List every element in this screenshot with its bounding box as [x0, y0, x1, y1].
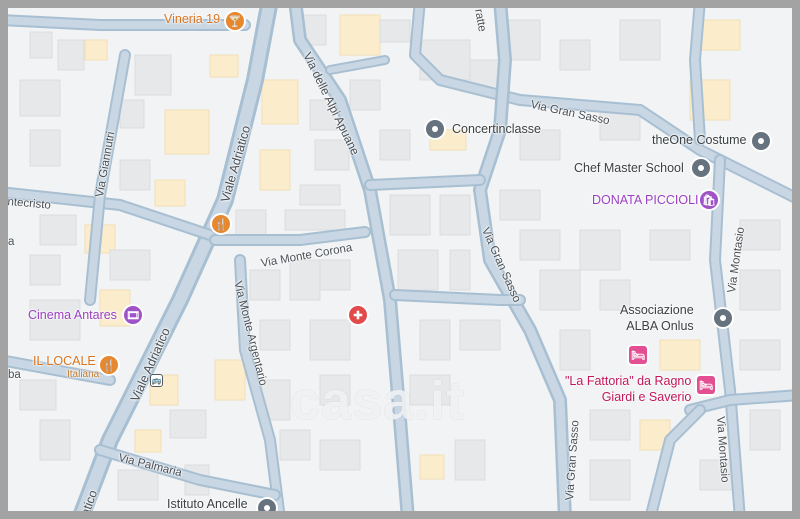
poi-donata-piccioli[interactable]: DONATA PICCIOLI — [592, 193, 699, 207]
bus-stop-icon[interactable]: 🚌 — [150, 374, 163, 387]
place-icon[interactable] — [692, 159, 710, 177]
poi-label: Concertinclasse — [452, 122, 541, 136]
hotel-icon[interactable]: 🛏 — [629, 346, 647, 364]
poi-concertinclasse[interactable]: Concertinclasse — [452, 122, 541, 136]
poi-il-locale[interactable]: IL LOCALE Italiana — [33, 354, 99, 382]
poi-label-line2: Giardi e Saverio — [601, 390, 692, 404]
poi-label: Chef Master School — [574, 161, 684, 175]
poi-label: DONATA PICCIOLI — [592, 193, 699, 207]
poi-cinema-antares[interactable]: Cinema Antares — [28, 308, 117, 322]
restaurant-icon[interactable]: 🍴 — [100, 356, 118, 374]
map-frame[interactable]: Via delle Alpi Apuane Via Gran Sasso Via… — [0, 0, 800, 519]
poi-label-line2: ALBA Onlus — [626, 319, 694, 333]
map-canvas[interactable] — [0, 0, 800, 519]
shopping-icon[interactable]: 🛍 — [700, 191, 718, 209]
poi-la-fattoria[interactable]: "La Fattoria" da Ragno Giardi e Saverio — [565, 373, 691, 405]
poi-label: Liceo Classic — [728, 511, 793, 519]
cinema-icon[interactable]: 🎞 — [124, 306, 142, 324]
poi-associazione-alba[interactable]: Associazione ALBA Onlus — [620, 302, 694, 334]
poi-theone-costume[interactable]: theOne Costume — [652, 133, 747, 147]
poi-label-line1: Associazione — [620, 303, 694, 317]
street-label-left-a: a — [8, 236, 15, 248]
poi-chef-master-school[interactable]: Chef Master School — [574, 161, 684, 175]
hotel-icon[interactable]: 🛏 — [697, 376, 715, 394]
poi-sublabel: Italiana — [67, 369, 100, 380]
poi-liceo-classico[interactable]: Liceo Classic — [728, 511, 793, 519]
restaurant-icon[interactable]: 🍴 — [212, 215, 230, 233]
poi-istituto-ancelle[interactable]: Istituto Ancelle — [167, 497, 248, 511]
poi-label: Istituto Ancelle — [167, 497, 248, 511]
watermark-logo: casa.it — [290, 371, 466, 431]
bar-icon[interactable]: 🍸 — [226, 12, 244, 30]
place-icon[interactable] — [426, 120, 444, 138]
poi-label: Vineria 19 — [164, 12, 221, 26]
place-icon[interactable] — [258, 499, 276, 511]
poi-label: IL LOCALE — [33, 354, 96, 368]
place-icon[interactable] — [752, 132, 770, 150]
hospital-icon[interactable]: ✚ — [349, 306, 367, 324]
place-icon[interactable] — [714, 309, 732, 327]
poi-label: Cinema Antares — [28, 308, 117, 322]
poi-label-line1: "La Fattoria" da Ragno — [565, 374, 692, 388]
street-label-left-ba: ba — [8, 369, 21, 381]
poi-label: theOne Costume — [652, 133, 747, 147]
poi-vineria-19[interactable]: Vineria 19 — [164, 12, 220, 26]
